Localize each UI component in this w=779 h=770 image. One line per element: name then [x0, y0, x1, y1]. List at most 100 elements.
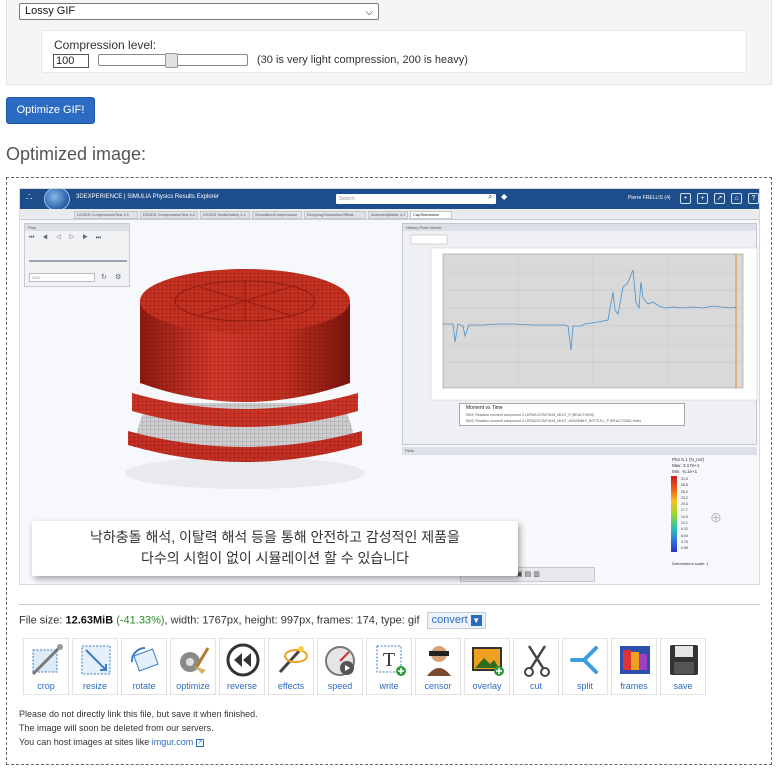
bottle-cap-model [125, 269, 365, 489]
compression-slider[interactable] [98, 53, 248, 68]
optimize-gif-button[interactable]: Optimize GIF! [6, 97, 95, 124]
caption-overlay: 낙하충돌 해석, 이탈력 해석 등을 통해 안전하고 감성적인 제품을 다수의 … [32, 521, 518, 576]
note-line-3: You can host images at sites like imgur.… [19, 735, 258, 749]
app-search: Search [336, 194, 496, 204]
caption-line-1: 낙하충돌 해석, 이탈력 해석 등을 통해 안전하고 감성적인 제품을 [90, 529, 460, 545]
tool-label: effects [277, 681, 305, 691]
file-info: File size: 12.63MiB (-41.33%), width: 17… [19, 612, 486, 629]
options-panel: Lossy GIF ⌵ Compression level: 100 (30 i… [6, 0, 772, 85]
app-tab: DS3DS CompressionTest 4.1 [74, 211, 138, 219]
help-icon: ? [748, 193, 759, 204]
playback-controls-icon: ⏮◀◁▷▶⏭ [29, 235, 110, 241]
refresh-icon: ↻ [101, 274, 107, 281]
note-line-1: Please do not directly link this file, b… [19, 709, 258, 719]
chevron-down-icon: ⌵ [365, 7, 373, 18]
tool-reverse[interactable]: reverse [219, 638, 265, 695]
tool-effects[interactable]: effects [268, 638, 314, 695]
legend-title: Moment vs Time [466, 405, 503, 411]
home-icon: ⌂ [731, 193, 742, 204]
app-tab: DroppingSimulationOfBott... [304, 211, 366, 219]
app-tabs: DS3DS CompressionTest 4.1 DS3DS Compress… [20, 209, 759, 220]
tool-label: cut [529, 681, 542, 691]
file-info-details: , width: 1767px, height: 997px, frames: … [164, 614, 420, 627]
convert-label: convert [431, 614, 468, 626]
tool-speed[interactable]: speed [317, 638, 363, 695]
tool-label: optimize [176, 681, 210, 691]
crop-icon [31, 644, 63, 676]
frames-icon [620, 646, 650, 674]
rotate-icon [130, 646, 159, 672]
plot-header: History Plots Viewer [403, 224, 756, 231]
divider [19, 604, 760, 605]
tool-label: write [379, 681, 399, 691]
legend-line: RM3, Reaction moment component 3 LDRM2/C… [466, 419, 641, 423]
tool-crop[interactable]: crop [23, 638, 69, 695]
tool-label: split [576, 681, 593, 691]
tool-censor[interactable]: censor [415, 638, 461, 695]
colorbar-tick-label: 0.98 [681, 546, 688, 551]
note-line-2: The image will soon be deleted from our … [19, 723, 214, 733]
colorbar-title: Plot S.1 (N_m2) Max: 3.17e+1 Min: -5.1e+… [672, 457, 704, 475]
tool-label: overlay [472, 681, 502, 691]
imgur-link[interactable]: imgur.com [152, 737, 194, 747]
app-title: 3DEXPERIENCE | SIMULIA Physics Results E… [76, 194, 219, 200]
convert-button[interactable]: convert ▼ [426, 612, 486, 629]
tool-label: save [673, 681, 693, 691]
history-plot-panel: History Plots Viewer Moment vs Time RM3,… [402, 223, 758, 445]
speed-icon [325, 646, 355, 676]
compression-input[interactable]: 100 [53, 54, 89, 68]
user-icon: • [680, 193, 691, 204]
notes: Please do not directly link this file, b… [19, 707, 258, 749]
tool-label: crop [37, 681, 55, 691]
tool-overlay[interactable]: overlay [464, 638, 510, 695]
tool-resize[interactable]: resize [72, 638, 118, 695]
dropdown-arrow-icon: ▼ [470, 614, 482, 626]
app-user: Pierre FRELLIS (4) [628, 195, 671, 201]
app-tab-active: CapSimulation [410, 211, 452, 219]
svg-text:T: T [383, 649, 395, 671]
colorbar [671, 476, 677, 552]
result-frame: ∴ 3DEXPERIENCE | SIMULIA Physics Results… [6, 177, 772, 765]
section-title: Optimized image: [6, 144, 147, 164]
tool-label: speed [327, 681, 353, 691]
colorbar-tick-label: 17.7 [681, 508, 688, 513]
tool-frames[interactable]: frames [611, 638, 657, 695]
reverse-icon [226, 643, 260, 677]
compression-label: Compression level: [54, 38, 157, 52]
tool-save[interactable]: save [660, 638, 706, 695]
play-field: 0/24 [29, 273, 95, 282]
slider-thumb[interactable] [165, 53, 178, 68]
tool-write[interactable]: T write [366, 638, 412, 695]
ds-logo-icon: ∴ [26, 192, 33, 203]
cut-icon [524, 645, 550, 677]
deformation-scale: Deformation scale: 1 [672, 561, 709, 566]
optimize-icon [180, 647, 210, 674]
file-size: 12.63MiB [65, 614, 114, 627]
app-tab: DS3DS RadioSafety 4.1 [200, 211, 250, 219]
compass-icon [44, 189, 70, 211]
external-link-icon: ↗ [195, 738, 204, 747]
app-header: ∴ 3DEXPERIENCE | SIMULIA Physics Results… [20, 189, 759, 211]
tool-optimize[interactable]: optimize [170, 638, 216, 695]
app-tab: DS3DS CompressionTest 4.2 [140, 211, 198, 219]
size-reduction: (-41.33%) [116, 614, 165, 627]
effects-icon [278, 646, 308, 674]
tool-cut[interactable]: cut [513, 638, 559, 695]
legend-line: RM3, Reaction moment component 3 LDRM1/C… [466, 413, 595, 417]
colorbar-tick-label: 26.0 [681, 489, 688, 494]
optimized-gif-preview: ∴ 3DEXPERIENCE | SIMULIA Physics Results… [19, 188, 760, 585]
search-icon: ⌕ [488, 192, 493, 201]
tool-label: frames [620, 681, 648, 691]
tool-split[interactable]: split [562, 638, 608, 695]
compression-hint: (30 is very light compression, 200 is he… [257, 54, 468, 66]
method-select[interactable]: Lossy GIF ⌵ [19, 3, 379, 20]
tool-label: resize [82, 681, 107, 691]
tool-rotate[interactable]: rotate [121, 638, 167, 695]
tool-label: rotate [132, 681, 156, 691]
plot-legend: Moment vs Time RM3, Reaction moment comp… [459, 403, 685, 426]
tool-label: reverse [226, 681, 257, 691]
app-tab: AssemblyBottle 4.1 [368, 211, 408, 219]
tag-icon: ◆ [501, 192, 508, 201]
play-header: Play [25, 224, 129, 231]
app-tab: SimulationCompression [252, 211, 302, 219]
